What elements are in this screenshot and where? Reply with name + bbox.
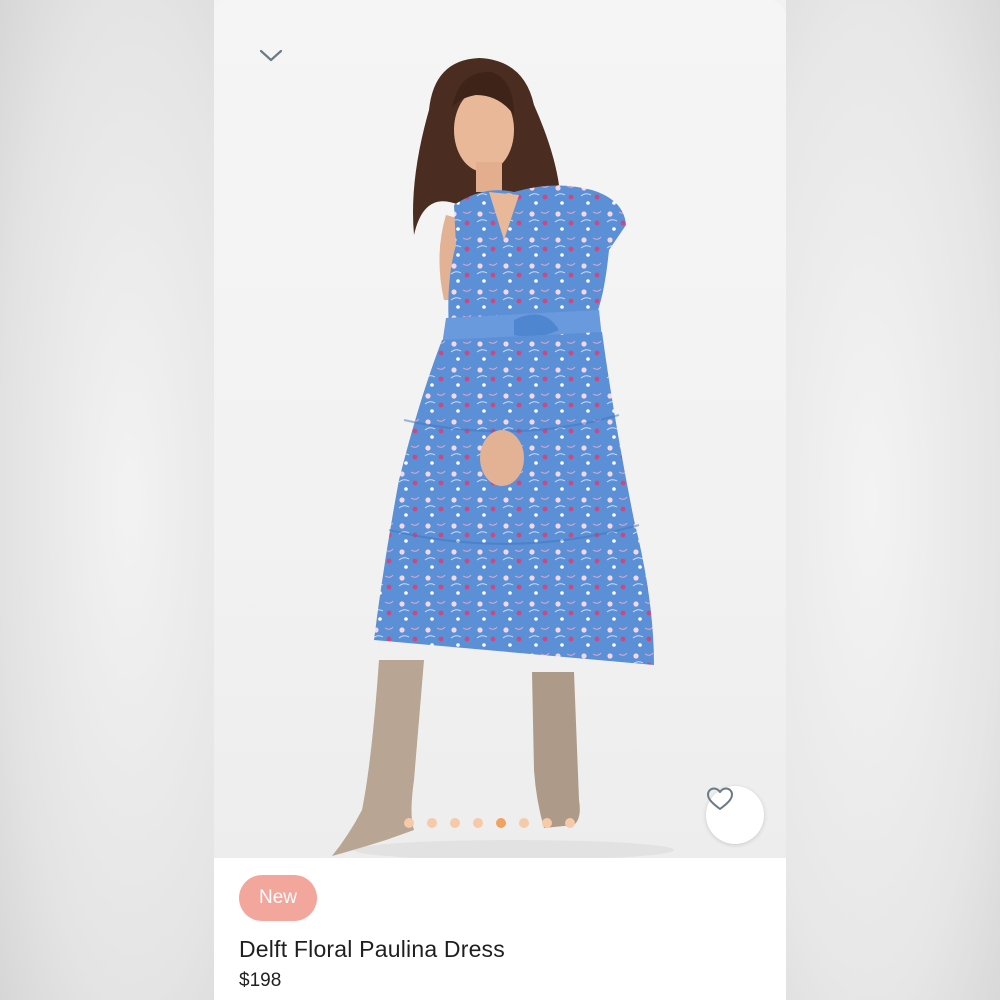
background-blur-left bbox=[0, 0, 214, 1000]
pagination-dot[interactable] bbox=[565, 818, 575, 828]
screen: New Delft Floral Paulina Dress $198 bbox=[0, 0, 1000, 1000]
product-price: $198 bbox=[239, 970, 282, 991]
pagination-dot[interactable] bbox=[450, 818, 460, 828]
new-badge: New bbox=[239, 875, 317, 921]
chevron-down-icon bbox=[259, 49, 283, 62]
model-illustration bbox=[332, 58, 674, 858]
heart-outline-icon bbox=[707, 787, 733, 810]
pagination-dot[interactable] bbox=[404, 818, 414, 828]
product-photo[interactable] bbox=[214, 0, 786, 858]
pagination-dot-active[interactable] bbox=[496, 818, 506, 828]
favorite-button[interactable] bbox=[706, 786, 764, 844]
pagination-dot[interactable] bbox=[519, 818, 529, 828]
background-blur-right bbox=[786, 0, 1000, 1000]
gallery-pagination bbox=[404, 818, 575, 828]
pagination-dot[interactable] bbox=[542, 818, 552, 828]
product-title[interactable]: Delft Floral Paulina Dress bbox=[239, 936, 505, 963]
pagination-dot[interactable] bbox=[427, 818, 437, 828]
product-card: New Delft Floral Paulina Dress $198 bbox=[214, 0, 786, 1000]
collapse-button[interactable] bbox=[258, 46, 294, 74]
pagination-dot[interactable] bbox=[473, 818, 483, 828]
